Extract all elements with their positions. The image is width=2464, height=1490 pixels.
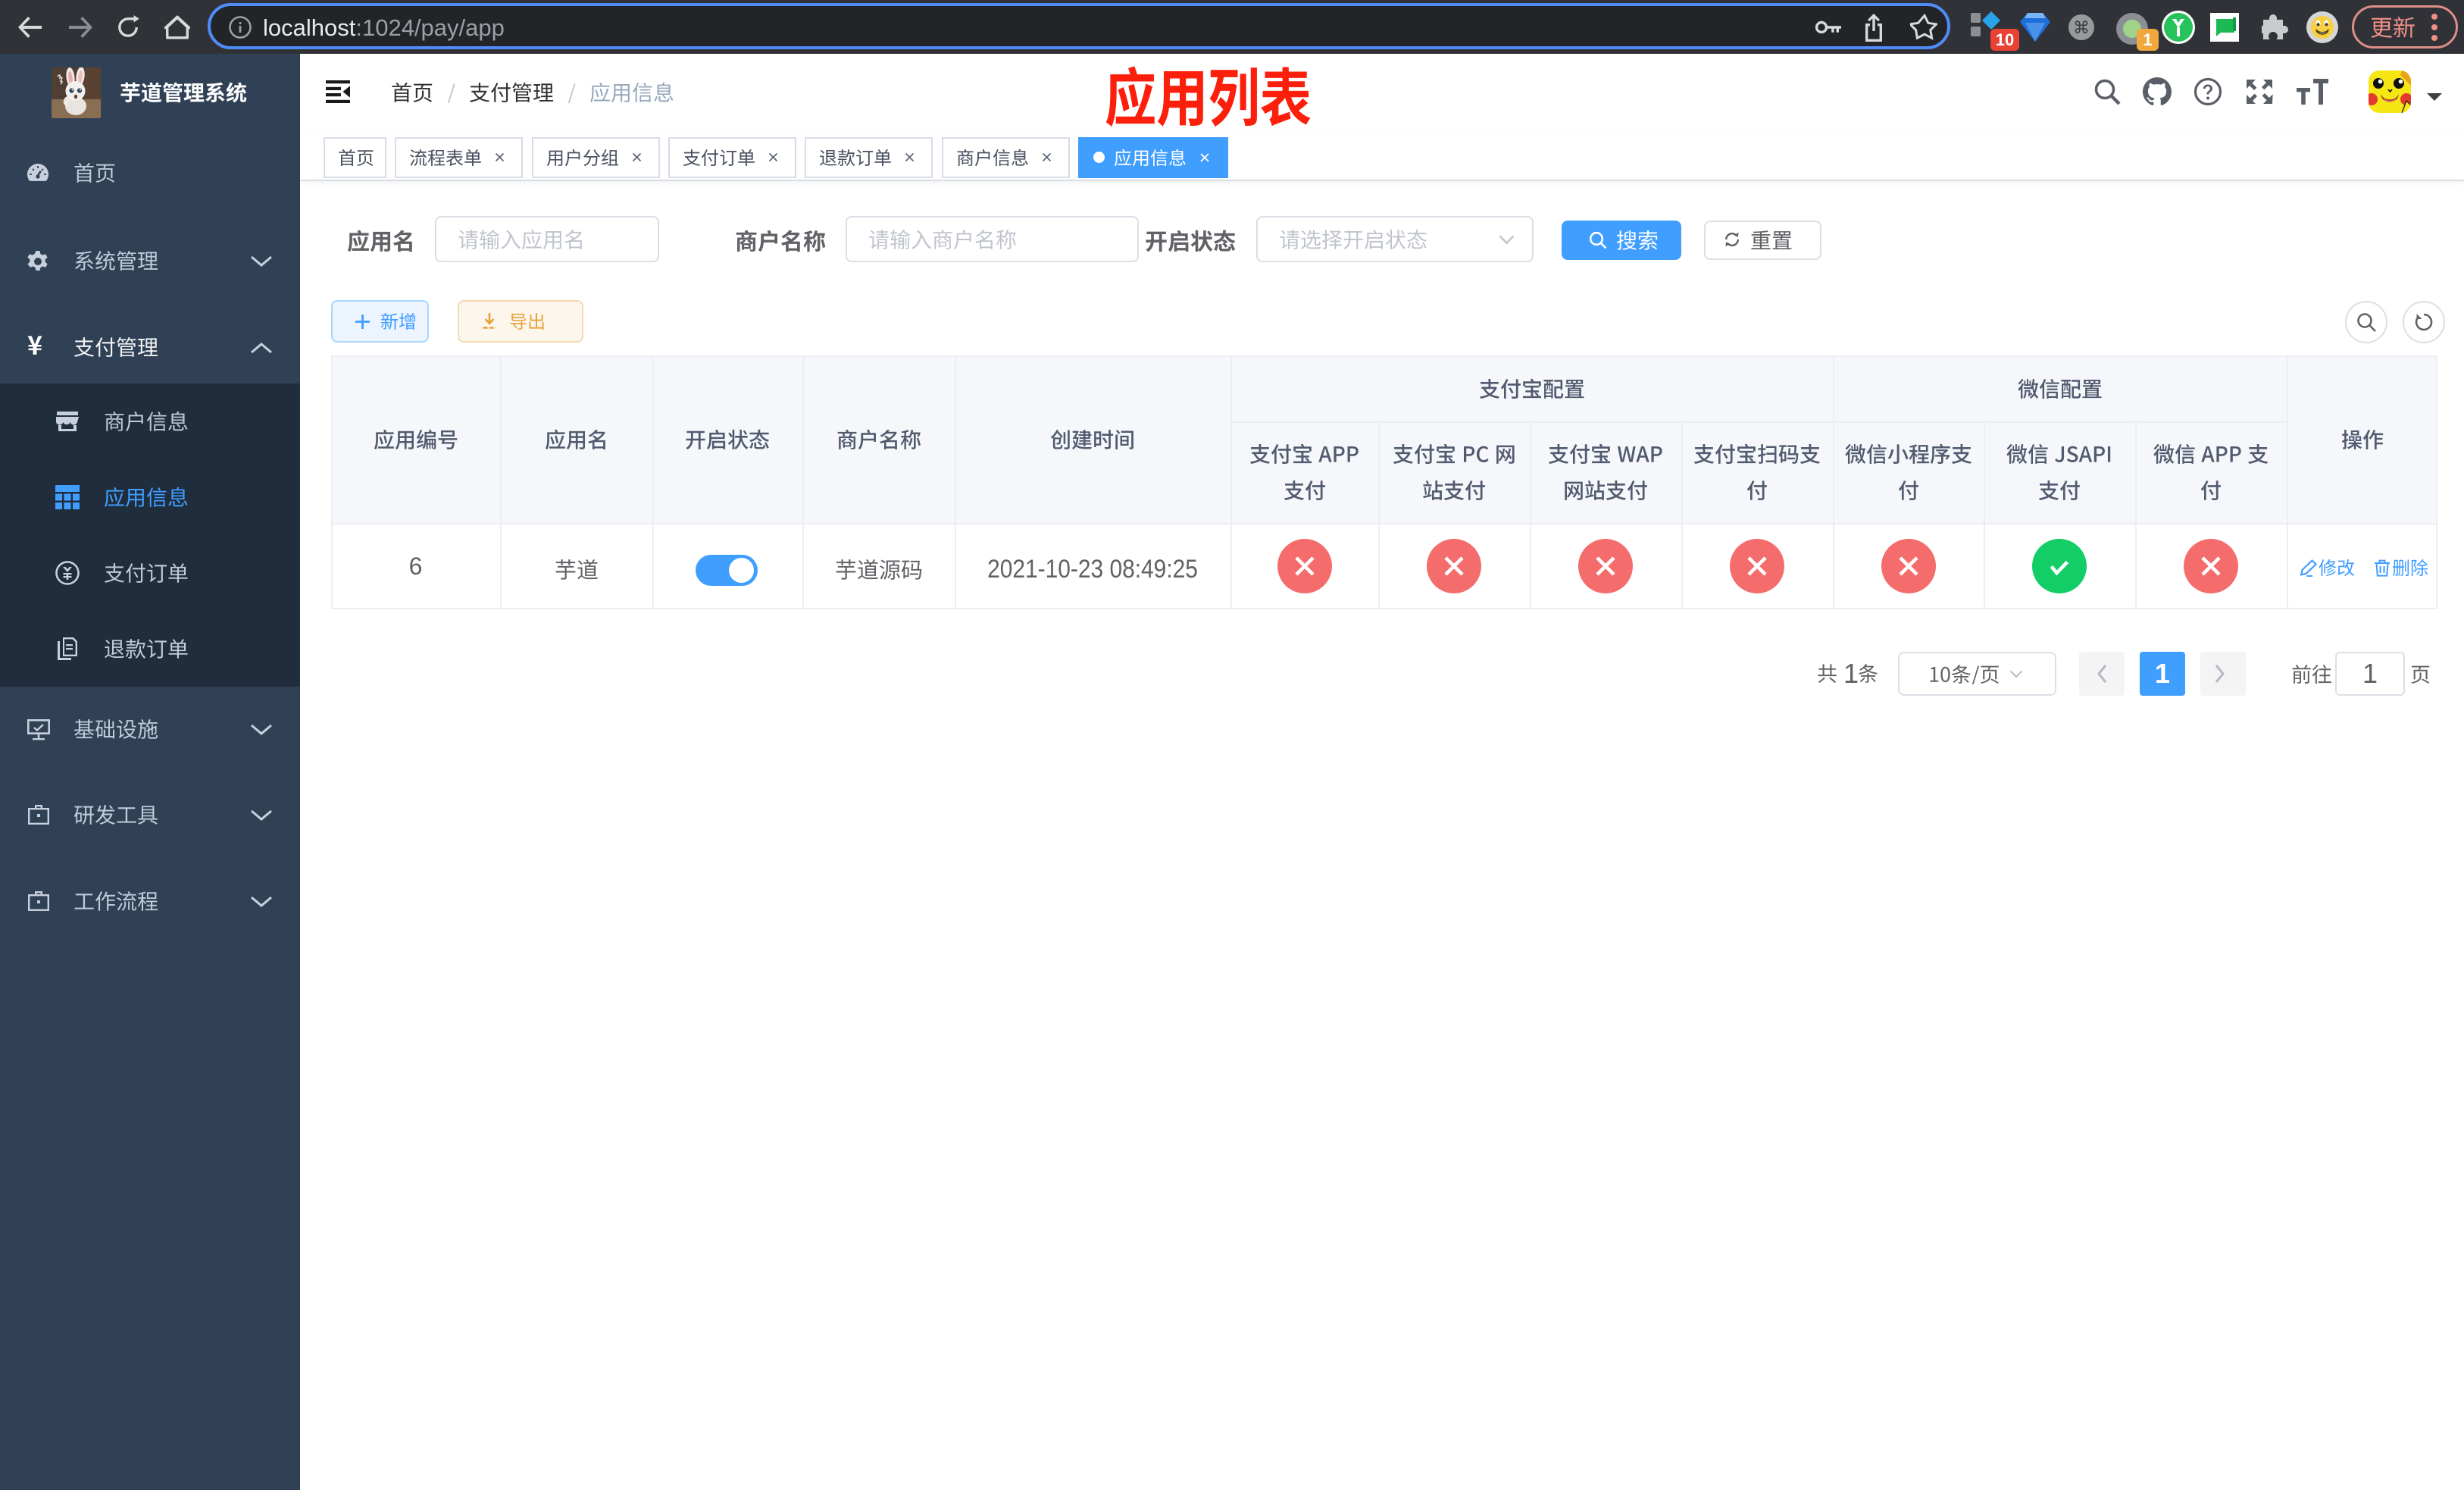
svg-text:⌘: ⌘ — [2073, 18, 2090, 37]
